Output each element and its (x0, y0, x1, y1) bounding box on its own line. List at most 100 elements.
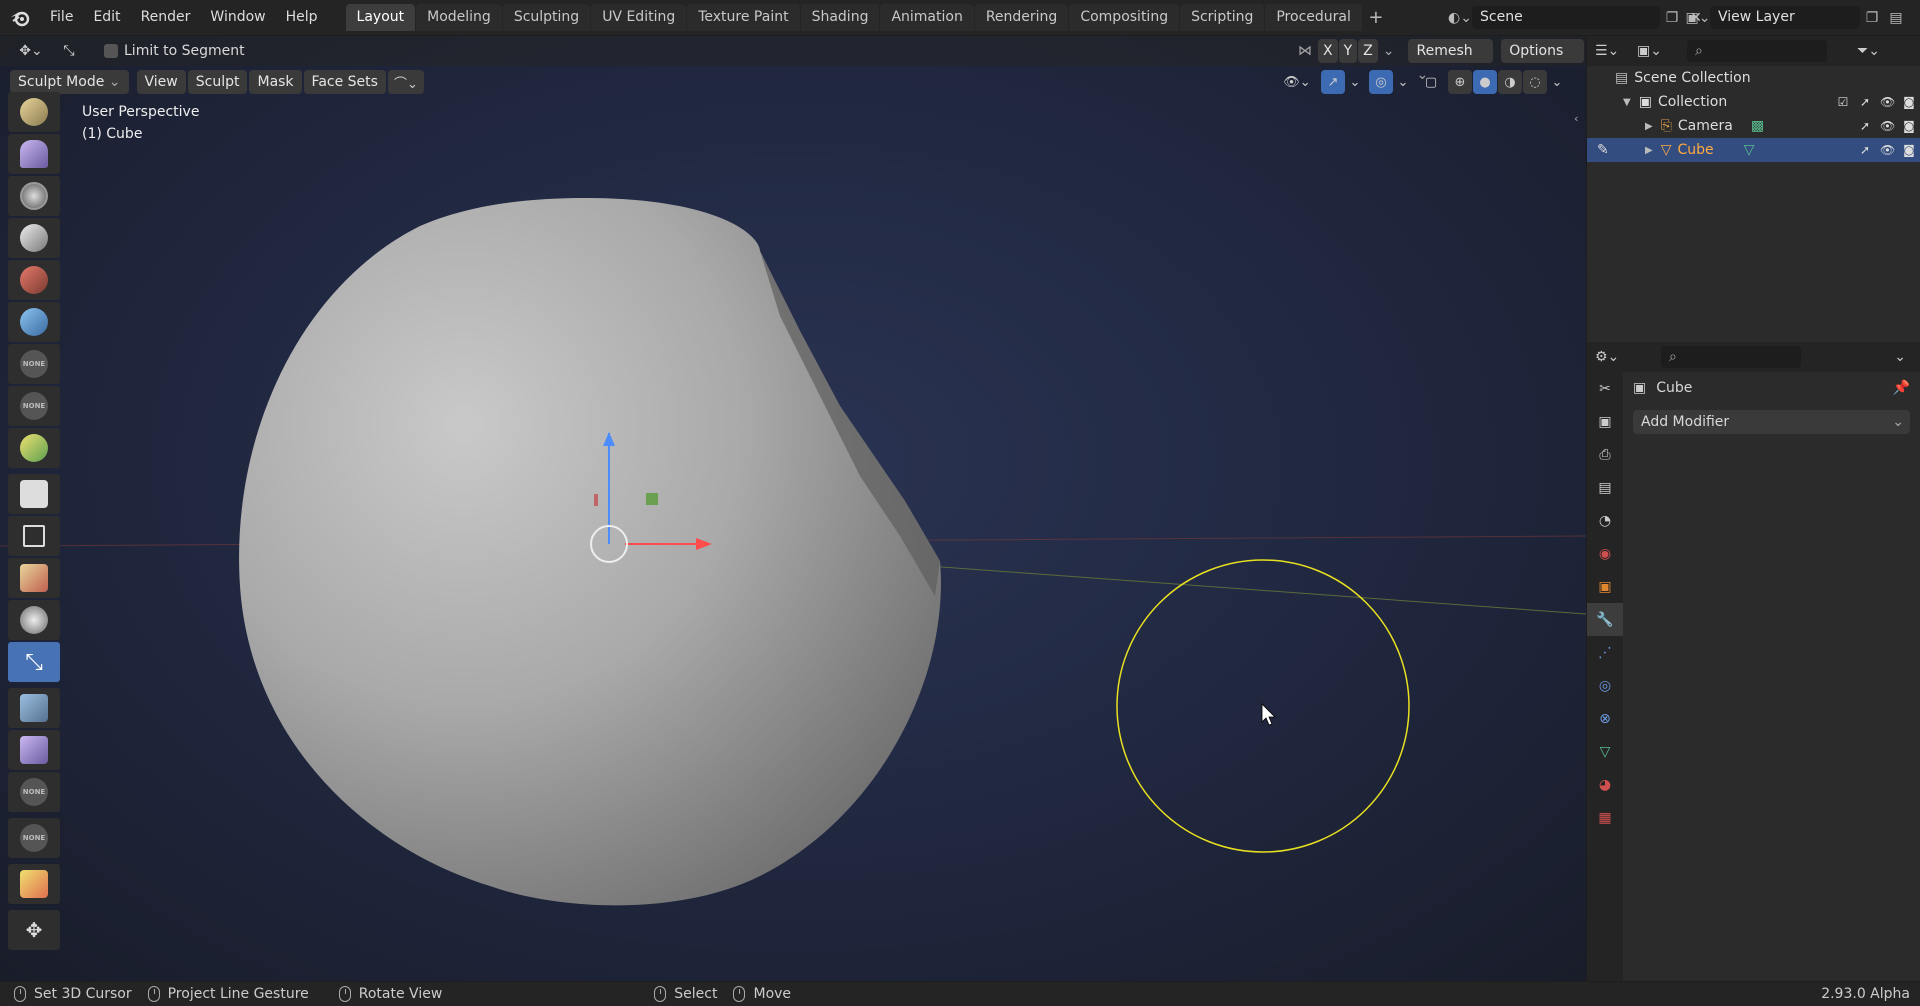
display-mode-icon[interactable]: ▣⌄ (1637, 43, 1673, 59)
tool-line-project[interactable]: ⤡ (8, 642, 60, 682)
tool-none-3[interactable]: NONE (8, 772, 60, 812)
eye-icon[interactable]: 👁 (1880, 95, 1895, 109)
tab-uv-editing[interactable]: UV Editing (591, 4, 687, 31)
properties-search-input[interactable]: ⌕ (1661, 346, 1801, 368)
outliner-row-cube[interactable]: ✎ ▶ ▽ Cube ▽ ➚ 👁 ◙ (1587, 138, 1920, 162)
symmetry-dropdown-icon[interactable]: ⌄ (1383, 43, 1395, 59)
tab-rendering[interactable]: Rendering (974, 4, 1069, 31)
tab-shading[interactable]: Shading (800, 4, 880, 31)
tool-clay[interactable] (8, 176, 60, 216)
select-icon[interactable]: ➚ (1858, 119, 1872, 133)
tool-inflate[interactable] (8, 302, 60, 342)
outliner-row-scene-collection[interactable]: ▤ Scene Collection (1587, 66, 1920, 90)
tab-texture-paint[interactable]: Texture Paint (687, 4, 800, 31)
symmetry-x-toggle[interactable]: X (1318, 39, 1338, 63)
remesh-dropdown[interactable]: Remesh (1408, 39, 1494, 63)
add-modifier-dropdown[interactable]: Add Modifier ⌄ (1633, 410, 1910, 434)
symmetry-y-toggle[interactable]: Y (1338, 39, 1358, 63)
active-tool-icon[interactable]: ⤡ (54, 38, 84, 64)
tool-layer[interactable] (8, 260, 60, 300)
render-tab-icon[interactable]: ▣ (1587, 405, 1623, 438)
expand-arrow-icon[interactable]: ▶ (1645, 145, 1653, 156)
sculpt-options-icon[interactable]: ⌒⌄ (387, 70, 424, 94)
texture-tab-icon[interactable]: ▦ (1587, 801, 1623, 834)
select-icon[interactable]: ➚ (1858, 143, 1872, 157)
gizmo-toggle-icon[interactable]: ↗ (1321, 70, 1345, 94)
material-tab-icon[interactable]: ◕ (1587, 768, 1623, 801)
eye-icon[interactable]: 👁 (1880, 119, 1895, 133)
tab-modeling[interactable]: Modeling (416, 4, 502, 31)
menu-file[interactable]: File (40, 0, 83, 35)
camera-data-icon[interactable]: ▩ (1751, 118, 1764, 134)
tool-none-2[interactable]: NONE (8, 386, 60, 426)
tool-none-4[interactable]: NONE (8, 818, 60, 858)
shading-dropdown-icon[interactable]: ⌄ (1548, 70, 1566, 94)
sculpt-menu[interactable]: Sculpt (187, 70, 248, 94)
new-view-layer-icon[interactable]: ❐ (1860, 6, 1884, 29)
tab-layout[interactable]: Layout (345, 4, 416, 31)
expand-arrow-icon[interactable]: ▼ (1623, 97, 1631, 108)
view-layer-field[interactable]: View Layer (1710, 6, 1860, 29)
tool-pinch[interactable] (8, 688, 60, 728)
physics-tab-icon[interactable]: ◎ (1587, 669, 1623, 702)
view-menu[interactable]: View (136, 70, 186, 94)
menu-render[interactable]: Render (131, 0, 201, 35)
tool-grab[interactable] (8, 730, 60, 770)
add-workspace-button[interactable]: + (1363, 4, 1389, 31)
visibility-icon[interactable]: 👁⌄ (1278, 70, 1316, 94)
data-tab-icon[interactable]: ▽ (1587, 735, 1623, 768)
gizmo-dropdown-icon[interactable]: ⌄ (1346, 70, 1364, 94)
expand-arrow-icon[interactable]: ▶ (1645, 121, 1653, 132)
camera-render-icon[interactable]: ◙ (1902, 143, 1916, 157)
mode-selector[interactable]: Sculpt Mode (10, 70, 129, 94)
tool-tab-icon[interactable]: ✂ (1587, 372, 1623, 405)
overlays-toggle-icon[interactable]: ◎ (1369, 70, 1393, 94)
modifier-tab-icon[interactable]: 🔧 (1587, 603, 1623, 636)
symmetry-z-toggle[interactable]: Z (1358, 39, 1378, 63)
tab-sculpting[interactable]: Sculpting (502, 4, 591, 31)
face-sets-menu[interactable]: Face Sets (303, 70, 386, 94)
limit-to-segment-checkbox[interactable] (104, 44, 118, 58)
select-icon[interactable]: ➚ (1858, 95, 1872, 109)
properties-editor-icon[interactable]: ⚙⌄ (1595, 349, 1631, 365)
mesh-data-icon[interactable]: ▽ (1744, 142, 1755, 158)
camera-render-icon[interactable]: ◙ (1902, 119, 1916, 133)
outliner-editor-icon[interactable]: ☰⌄ (1595, 43, 1631, 59)
filter-icon[interactable]: ⏷⌄ (1857, 43, 1880, 59)
pin-icon[interactable]: 📌 (1893, 380, 1910, 396)
tool-mask[interactable] (8, 864, 60, 904)
world-tab-icon[interactable]: ◉ (1587, 537, 1623, 570)
mask-menu[interactable]: Mask (249, 70, 302, 94)
outliner-row-collection[interactable]: ▼ ▣ Collection ☑ ➚ 👁 ◙ (1587, 90, 1920, 114)
material-shading-icon[interactable]: ◑ (1498, 70, 1522, 94)
tool-flatten[interactable] (8, 474, 60, 514)
editor-type-icon[interactable]: ✥⌄ (8, 38, 54, 64)
tool-none-1[interactable]: NONE (8, 344, 60, 384)
tab-animation[interactable]: Animation (880, 4, 974, 31)
eye-icon[interactable]: 👁 (1880, 143, 1895, 157)
camera-render-icon[interactable]: ◙ (1902, 95, 1916, 109)
wireframe-shading-icon[interactable]: ⊕ (1448, 70, 1472, 94)
outliner-row-camera[interactable]: ▶ ⎘ Camera ▩ ➚ 👁 ◙ (1587, 114, 1920, 138)
tool-clay-strips[interactable] (8, 218, 60, 258)
menu-window[interactable]: Window (200, 0, 275, 35)
limit-to-segment-option[interactable]: Limit to Segment (104, 43, 245, 59)
tool-smooth[interactable] (8, 428, 60, 468)
view-layer-tab-icon[interactable]: ▤ (1587, 471, 1623, 504)
rendered-shading-icon[interactable]: ◌ (1523, 70, 1547, 94)
tool-draw-sharp[interactable] (8, 134, 60, 174)
constraints-tab-icon[interactable]: ⊗ (1587, 702, 1623, 735)
object-tab-icon[interactable]: ▣ (1587, 570, 1623, 603)
scene-tab-icon[interactable]: ◔ (1587, 504, 1623, 537)
particles-tab-icon[interactable]: ⋰ (1587, 636, 1623, 669)
new-scene-icon[interactable]: ❐ (1660, 6, 1684, 29)
tab-compositing[interactable]: Compositing (1069, 4, 1180, 31)
checkbox-icon[interactable]: ☑ (1836, 95, 1850, 109)
menu-edit[interactable]: Edit (83, 0, 130, 35)
sidebar-toggle-icon[interactable]: ‹ (1574, 112, 1578, 125)
menu-help[interactable]: Help (276, 0, 328, 35)
outliner-search-input[interactable]: ⌕ (1687, 40, 1827, 62)
tool-move[interactable]: ✥ (8, 910, 60, 950)
scene-icon[interactable]: ◐⌄ (1448, 6, 1472, 29)
solid-shading-icon[interactable]: ● (1473, 70, 1497, 94)
